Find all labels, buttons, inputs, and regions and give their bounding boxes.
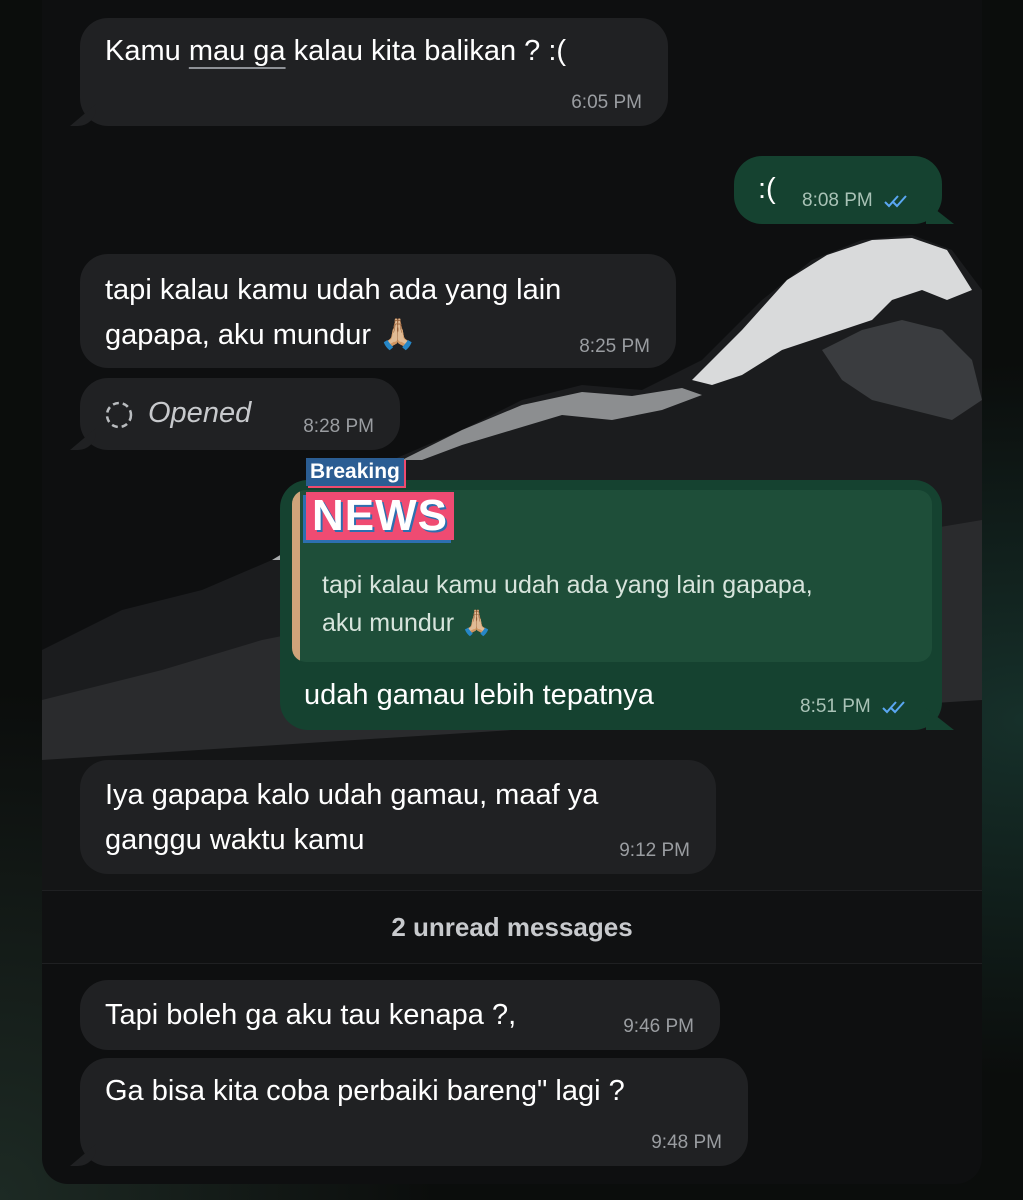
quoted-text: tapi kalau kamu udah ada yang lain gapap… — [322, 566, 922, 642]
incoming-message[interactable]: Iya gapapa kalo udah gamau, maaf ya gang… — [80, 760, 716, 874]
breaking-news-sticker: Breaking NEWS — [306, 458, 454, 540]
incoming-message[interactable]: Kamu mau ga kalau kita balikan ? :( 6:05… — [80, 18, 668, 126]
message-time: 8:25 PM — [579, 336, 650, 357]
message-time: 8:28 PM — [303, 416, 374, 437]
message-text: udah gamau lebih tepatnya — [304, 679, 654, 711]
message-time: 8:08 PM — [802, 190, 910, 214]
message-time: 8:51 PM — [800, 696, 908, 720]
message-time: 9:46 PM — [623, 1016, 694, 1037]
pray-emoji: 🙏🏼 — [460, 609, 493, 637]
sticker-news-text: NEWS — [306, 492, 454, 540]
time-label: 8:51 PM — [800, 696, 871, 717]
dashed-circle-icon — [104, 398, 134, 444]
message-text: Ga bisa kita coba perbaiki bareng" lagi … — [105, 1075, 625, 1107]
message-text-part: Kamu — [105, 35, 189, 67]
quoted-line-text: aku mundur — [322, 609, 455, 637]
message-time: 9:12 PM — [619, 840, 690, 861]
message-time: 6:05 PM — [571, 92, 642, 113]
quote-bar — [292, 490, 300, 662]
outgoing-message[interactable]: :( 8:08 PM — [734, 156, 942, 224]
incoming-message[interactable]: tapi kalau kamu udah ada yang lain gapap… — [80, 254, 676, 368]
message-text-part: kalau kita balikan ? :( — [285, 35, 567, 67]
time-label: 8:08 PM — [802, 190, 873, 211]
double-check-icon — [882, 698, 908, 720]
quoted-line: aku mundur 🙏🏼 — [322, 604, 922, 642]
message-line: tapi kalau kamu udah ada yang lain — [105, 274, 562, 306]
message-text: Tapi boleh ga aku tau kenapa ?, — [105, 999, 517, 1031]
incoming-message[interactable]: Tapi boleh ga aku tau kenapa ?, 9:46 PM — [80, 980, 720, 1050]
sticker-top-text: Breaking — [306, 458, 404, 486]
unread-divider: 2 unread messages — [42, 890, 982, 964]
message-time: 9:48 PM — [651, 1132, 722, 1153]
message-text: :( — [758, 173, 776, 205]
opened-message[interactable]: Opened 8:28 PM — [80, 378, 400, 450]
quoted-line: tapi kalau kamu udah ada yang lain gapap… — [322, 571, 813, 599]
message-line-text: gapapa, aku mundur — [105, 319, 372, 351]
pray-emoji: 🙏🏼 — [379, 318, 417, 351]
double-check-icon — [884, 192, 910, 214]
message-line: Iya gapapa kalo udah gamau, maaf ya — [105, 779, 599, 811]
incoming-message[interactable]: Ga bisa kita coba perbaiki bareng" lagi … — [80, 1058, 748, 1166]
message-text: Kamu mau ga kalau kita balikan ? :( — [105, 28, 566, 74]
message-line: ganggu waktu kamu — [105, 824, 365, 856]
opened-label: Opened — [148, 397, 252, 429]
underlined-text: mau ga — [188, 35, 286, 67]
message-line: gapapa, aku mundur 🙏🏼 — [105, 312, 416, 358]
chat-screen: Kamu mau ga kalau kita balikan ? :( 6:05… — [42, 0, 982, 1184]
